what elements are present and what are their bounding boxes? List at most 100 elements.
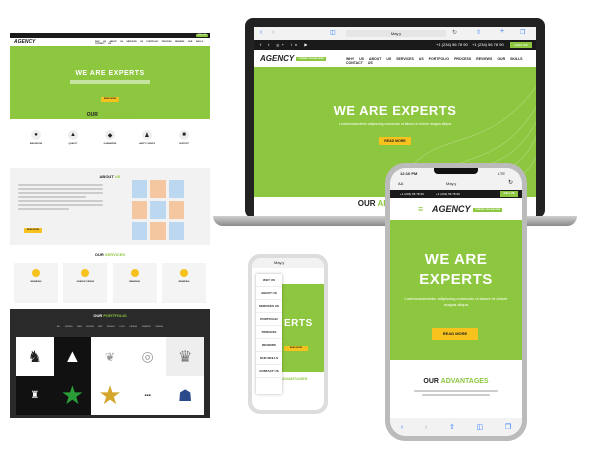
notch — [434, 168, 478, 174]
bp-signal: LTE — [498, 171, 506, 176]
sp-menu-item[interactable]: WHY US — [256, 274, 282, 287]
nav-services[interactable]: SERVICES US — [396, 57, 423, 61]
preview-service-card: BRANDING — [161, 263, 206, 303]
bp-read-more-button[interactable]: READ MORE — [432, 328, 478, 340]
small-phone-screen: Мау.у ERTS READ MORE ADVANTAGES WHY US A… — [252, 258, 324, 410]
forward-icon[interactable]: › — [425, 424, 427, 431]
logos-grid-tile[interactable]: ▪▪▪ — [128, 376, 167, 415]
hamburger-icon[interactable]: ≡ — [418, 204, 423, 214]
bp-advantages-text — [414, 390, 498, 396]
sp-menu-item[interactable]: PORTFOLIO — [256, 313, 282, 326]
preview-call-button[interactable]: CALL US — [196, 34, 208, 37]
nav-contact[interactable]: CONTACT US — [346, 61, 373, 65]
sp-menu-item[interactable]: SERVICES US — [256, 300, 282, 313]
preview-about-button[interactable]: READ MORE — [24, 228, 42, 233]
back-icon[interactable]: ‹ — [401, 424, 403, 431]
tabs-icon[interactable]: ❐ — [520, 29, 525, 36]
service-icon — [179, 269, 188, 277]
bp-url[interactable]: Мау.у — [446, 181, 456, 186]
nav-portfolio[interactable]: PORTFOLIO — [429, 57, 449, 61]
sp-url[interactable]: Мау.у — [274, 260, 284, 265]
bp-advantages-title: OUR ADVANTAGES — [423, 378, 489, 385]
new-tab-icon[interactable]: + — [500, 28, 504, 35]
illustration-icon — [168, 201, 184, 219]
preview-hero-button[interactable]: READ MORE — [101, 97, 119, 102]
bp-tab[interactable]: AA — [398, 181, 403, 186]
preview-hero: WE ARE EXPERTS READ MORE — [10, 46, 210, 119]
preview-adv-quality: ▲ QUALITY — [68, 130, 78, 145]
nav-reviews[interactable]: REVIEWS — [476, 57, 492, 61]
nav-skills[interactable]: OUR SKILLS — [497, 57, 522, 61]
green-star-tile[interactable]: ★ — [53, 376, 92, 415]
back-icon[interactable]: ‹ — [260, 29, 262, 36]
bp-topbar: +1 (234) 56 78 90 +1 (234) 56 78 90 CALL… — [390, 190, 522, 198]
deer-logo-tile[interactable]: ❦ — [91, 337, 129, 376]
chat-icon: ■ — [179, 130, 189, 140]
filter-web[interactable]: WEB DESIGN — [77, 326, 94, 328]
sp-menu-item[interactable]: OUR SKILLS — [256, 352, 282, 365]
share-icon[interactable]: ⇧ — [476, 29, 481, 36]
filter-all[interactable]: ALL WORKS — [57, 326, 73, 328]
book-icon[interactable]: ◫ — [477, 423, 484, 431]
bp-call-button[interactable]: CALL US — [500, 191, 518, 197]
reload-icon[interactable]: ↻ — [508, 179, 513, 186]
circle-logo-tile[interactable]: ◎ — [128, 337, 167, 376]
preview-adv-innovation: ● INNOVATION — [29, 130, 43, 145]
handshake-icon: ◆ — [105, 130, 115, 140]
illustration-icon — [132, 180, 148, 198]
illustration-icon — [150, 180, 166, 198]
call-us-button[interactable]: CALL US — [510, 42, 532, 48]
illustration-icon — [168, 222, 184, 240]
reload-icon[interactable]: ↻ — [452, 29, 457, 36]
filter-logo[interactable]: LOGO DESIGN — [119, 326, 137, 328]
address-bar[interactable]: Мау.у — [346, 30, 446, 37]
preview-service-card: GRAPHIC DESIGN — [63, 263, 108, 303]
tree-logo-tile[interactable]: ▲ — [53, 337, 92, 376]
nav-process[interactable]: PROCESS — [454, 57, 471, 61]
site-navbar: AGENCY COMPANY TAGLINE HERE WHY US ABOUT… — [254, 50, 536, 67]
illustration-icon — [132, 222, 148, 240]
phone-1: +1 (234) 56 78 90 — [436, 42, 468, 47]
site-logo[interactable]: AGENCY COMPANY TAGLINE HERE — [260, 54, 326, 63]
sp-menu-item[interactable]: REVIEWS — [256, 339, 282, 352]
bp-time: 12:10 PM — [400, 171, 418, 176]
tabs-icon[interactable]: ❐ — [505, 423, 511, 431]
dark-logo-tile[interactable]: ♜ — [16, 376, 54, 415]
social-icons[interactable]: f t g+ in ▶ — [260, 42, 310, 47]
phone-2: +1 (234) 56 78 90 — [472, 42, 504, 47]
site-nav-links: WHY US ABOUT US SERVICES US PORTFOLIO PR… — [346, 57, 536, 65]
gold-star-tile[interactable]: ★ — [91, 376, 129, 415]
skull-logo-tile[interactable]: ☗ — [166, 376, 204, 415]
sp-menu-item[interactable]: ABOUT US — [256, 287, 282, 300]
share-icon[interactable]: ⇧ — [449, 423, 455, 431]
sp-menu-item[interactable]: CONTACT US — [256, 365, 282, 378]
sp-hero-text: ERTS — [284, 318, 313, 329]
bp-hero-text: Loremconsectetur adipiscing commodo ut l… — [404, 296, 508, 307]
preview-nav-links: WHY US ABOUT US SERVICES US PORTFOLIO PR… — [95, 41, 204, 45]
book-icon[interactable]: ◫ — [330, 29, 336, 36]
sp-read-more[interactable]: READ MORE — [284, 346, 308, 351]
preview-portfolio-filters: ALL WORKS WEB DESIGN APP DESIGN LOGO DES… — [10, 326, 210, 328]
bp-phone-1: +1 (234) 56 78 90 — [400, 192, 424, 196]
lion-logo-tile[interactable]: ♛ — [166, 337, 204, 376]
filter-app[interactable]: APP DESIGN — [98, 326, 114, 328]
site-topbar: f t g+ in ▶ +1 (234) 56 78 90 +1 (234) 5… — [254, 40, 536, 50]
bp-navbar: ≡ AGENCY COMPANY TAGLINE HERE — [390, 198, 522, 220]
forward-icon[interactable]: › — [272, 29, 274, 36]
illustration-icon — [132, 201, 148, 219]
horse-logo-tile[interactable]: ♞ — [16, 337, 54, 376]
preview-advantages-title: OUR ADVANTAGES — [86, 112, 134, 118]
service-icon — [130, 269, 139, 277]
sp-advantages: ADVANTAGES — [280, 376, 308, 381]
hero-read-more-button[interactable]: READ MORE — [379, 137, 411, 145]
bp-logo[interactable]: AGENCY COMPANY TAGLINE HERE — [432, 204, 503, 214]
bp-phone-2: +1 (234) 56 78 90 — [436, 192, 460, 196]
thumbs-up-icon: ▲ — [68, 130, 78, 140]
filter-graphic[interactable]: GRAPHIC DESIGN — [142, 326, 163, 328]
bp-hero-title: WE ARE EXPERTS — [419, 251, 493, 288]
preview-advantages-row: ● INNOVATION ▲ QUALITY ◆ GUARANTEE ♟ HAPPY C… — [24, 130, 196, 160]
sp-menu-item[interactable]: PROCESS — [256, 326, 282, 339]
preview-services-row: BRANDING GRAPHIC DESIGN BRANDING BRANDIN… — [14, 263, 206, 303]
illustration-icon — [150, 201, 166, 219]
bp-bottom-toolbar: ‹ › ⇧ ◫ ❐ — [390, 418, 522, 436]
